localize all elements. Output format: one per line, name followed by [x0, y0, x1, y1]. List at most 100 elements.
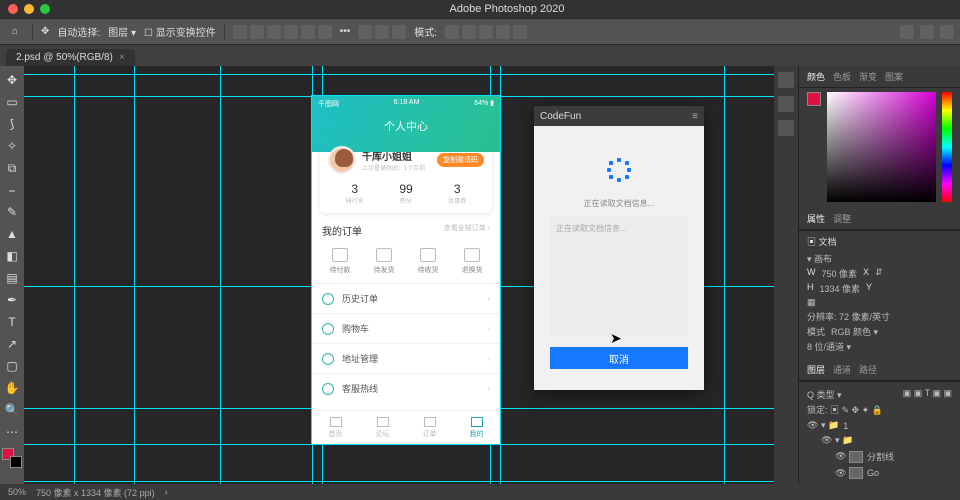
pen-tool[interactable]: ✒ — [2, 290, 22, 310]
brush-tool[interactable]: ✎ — [2, 202, 22, 222]
mode-icon[interactable] — [445, 25, 459, 39]
crop-tool[interactable]: ⧉ — [2, 158, 22, 178]
order-tab[interactable]: 待收货 — [418, 248, 439, 275]
canvas[interactable]: 千图网 6:18 AM 64% ▮ 个人中心 千库小姐姐 上次登录时间：1个月前… — [24, 66, 774, 484]
list-row[interactable]: 客服热线› — [312, 373, 500, 403]
list-row[interactable]: 历史订单› — [312, 283, 500, 313]
tab-adjustments[interactable]: 调整 — [833, 212, 851, 225]
transform-controls-checkbox[interactable]: ☐ 显示变换控件 — [144, 24, 216, 39]
type-tool[interactable]: T — [2, 312, 22, 332]
dialog-titlebar[interactable]: CodeFun ≡ — [534, 106, 704, 126]
nav-home[interactable]: 首页 — [312, 411, 359, 444]
tab-swatches[interactable]: 色板 — [833, 70, 851, 83]
zoom-tool[interactable]: 🔍 — [2, 400, 22, 420]
order-tab[interactable]: 退换货 — [462, 248, 483, 275]
tab-properties[interactable]: 属性 — [807, 212, 825, 225]
share-icon[interactable] — [940, 25, 954, 39]
order-tab[interactable]: 待发货 — [374, 248, 395, 275]
layer-row[interactable]: 👁Go — [807, 465, 952, 481]
eraser-tool[interactable]: ◧ — [2, 246, 22, 266]
gradient-tool[interactable]: ▤ — [2, 268, 22, 288]
shape-tool[interactable]: ▢ — [2, 356, 22, 376]
layer-row[interactable]: 👁 ▾ 📁 1 — [807, 418, 952, 433]
home-button[interactable]: ⌂ — [6, 23, 24, 41]
blend-mode-dropdown[interactable]: Q 类型 ▾ — [807, 388, 842, 401]
align-icon[interactable] — [250, 25, 264, 39]
align-icon[interactable] — [233, 25, 247, 39]
marquee-tool[interactable]: ▭ — [2, 92, 22, 112]
mobile-artboard[interactable]: 千图网 6:18 AM 64% ▮ 个人中心 千库小姐姐 上次登录时间：1个月前… — [312, 96, 500, 444]
macos-titlebar: Adobe Photoshop 2020 — [0, 0, 960, 18]
dialog-title: CodeFun — [540, 111, 581, 122]
path-tool[interactable]: ↗ — [2, 334, 22, 354]
layer-row[interactable]: 👁历史订单 — [807, 481, 952, 484]
background-color[interactable] — [10, 456, 22, 468]
hand-tool[interactable]: ✋ — [2, 378, 22, 398]
stamp-tool[interactable]: ▲ — [2, 224, 22, 244]
zoom-level[interactable]: 50% — [8, 487, 26, 497]
status-more[interactable]: › — [165, 487, 168, 497]
user-subtitle: 上次登录时间：1个月前 — [362, 163, 425, 172]
document-tab[interactable]: 2.psd @ 50%(RGB/8) × — [6, 49, 135, 66]
more-tools[interactable]: ⋯ — [2, 422, 22, 442]
maximize-window-button[interactable] — [40, 4, 50, 14]
mode-dropdown[interactable]: RGB 颜色 ▾ — [831, 325, 878, 338]
mode-icon[interactable] — [462, 25, 476, 39]
list-row[interactable]: 购物车› — [312, 313, 500, 343]
distribute-icon[interactable] — [358, 25, 372, 39]
nav-me[interactable]: 我的 — [453, 411, 500, 444]
height-value[interactable]: 1334 像素 — [820, 282, 861, 295]
stat-value: 99 — [399, 182, 412, 196]
auto-select-label: 自动选择: — [57, 24, 100, 39]
width-value[interactable]: 750 像素 — [822, 267, 858, 280]
mode-icon[interactable] — [513, 25, 527, 39]
mode-icon[interactable] — [496, 25, 510, 39]
color-picker[interactable] — [799, 88, 960, 208]
tab-channels[interactable]: 通道 — [833, 363, 851, 376]
dialog-menu-icon[interactable]: ≡ — [692, 111, 698, 122]
sv-plane[interactable] — [827, 92, 936, 202]
bits-dropdown[interactable]: 8 位/通道 ▾ — [807, 340, 851, 353]
minimize-window-button[interactable] — [24, 4, 34, 14]
order-tab[interactable]: 待付款 — [330, 248, 351, 275]
nav-forum[interactable]: 论坛 — [359, 411, 406, 444]
distribute-icon[interactable] — [392, 25, 406, 39]
layer-row[interactable]: 👁分割线 — [807, 448, 952, 465]
align-icon[interactable] — [267, 25, 281, 39]
tab-color[interactable]: 颜色 — [807, 70, 825, 83]
color-swatches[interactable] — [2, 448, 22, 468]
hue-slider[interactable] — [942, 92, 952, 202]
wand-tool[interactable]: ✧ — [2, 136, 22, 156]
canvas-section[interactable]: 画布 — [814, 254, 832, 264]
loading-message: 正在读取文档信息... — [544, 198, 694, 209]
align-icon[interactable] — [318, 25, 332, 39]
workspace-icon[interactable] — [920, 25, 934, 39]
align-icon[interactable] — [284, 25, 298, 39]
tab-layers[interactable]: 图层 — [807, 363, 825, 376]
tab-gradients[interactable]: 渐变 — [859, 70, 877, 83]
nav-orders[interactable]: 订单 — [406, 411, 453, 444]
auto-select-dropdown[interactable]: 图层 ▾ — [108, 24, 136, 39]
close-window-button[interactable] — [8, 4, 18, 14]
lasso-tool[interactable]: ⟆ — [2, 114, 22, 134]
align-icon[interactable] — [301, 25, 315, 39]
move-tool[interactable]: ✥ — [2, 70, 22, 90]
search-icon[interactable] — [900, 25, 914, 39]
eyedropper-tool[interactable]: ⎯ — [2, 180, 22, 200]
orders-more-link[interactable]: 查看全部订单 › — [444, 223, 490, 238]
move-tool-icon[interactable]: ✥ — [41, 26, 49, 37]
tab-patterns[interactable]: 图案 — [885, 70, 903, 83]
layer-row[interactable]: 👁 ▾ 📁 — [807, 433, 952, 448]
distribute-icon[interactable] — [375, 25, 389, 39]
list-row[interactable]: 地址管理› — [312, 343, 500, 373]
close-tab-icon[interactable]: × — [119, 52, 125, 63]
mode-icon[interactable] — [479, 25, 493, 39]
current-color-swatch[interactable] — [807, 92, 821, 106]
collapsed-panel-icon[interactable] — [778, 96, 794, 112]
invite-pill[interactable]: 复制邀请码 — [437, 153, 484, 167]
tab-paths[interactable]: 路径 — [859, 363, 877, 376]
stat-value: 3 — [448, 182, 466, 196]
collapsed-panel-icon[interactable] — [778, 120, 794, 136]
collapsed-panel-icon[interactable] — [778, 72, 794, 88]
cancel-button[interactable]: 取消 — [550, 347, 688, 369]
